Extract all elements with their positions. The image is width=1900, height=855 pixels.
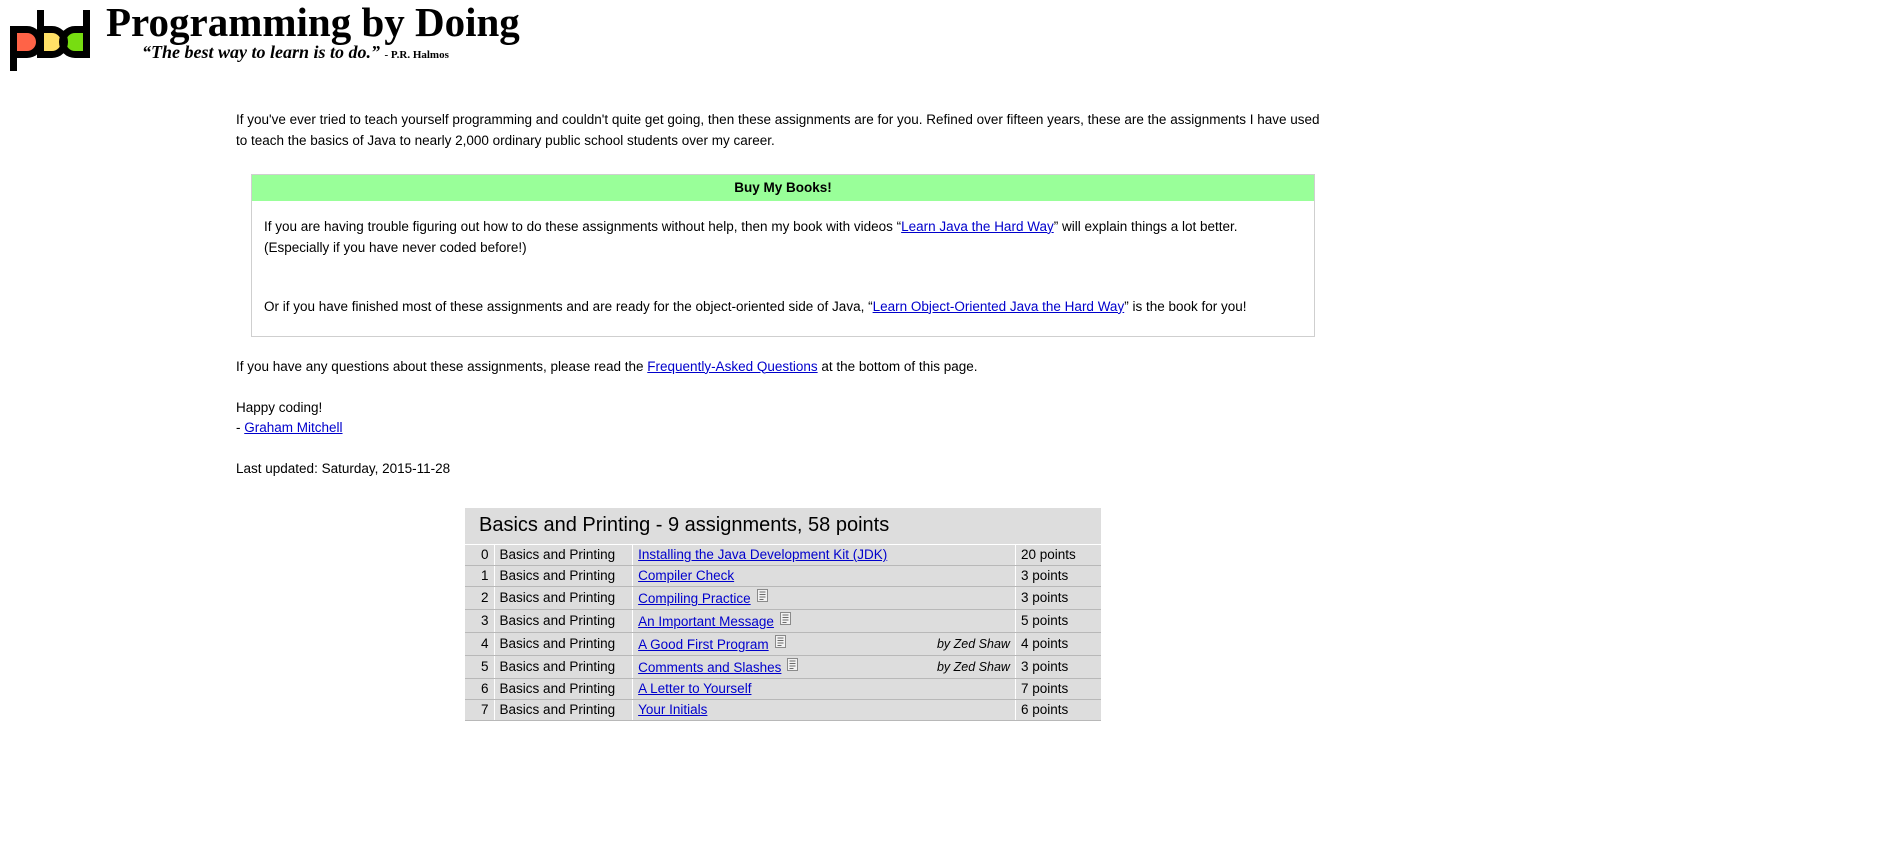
assignment-author	[932, 679, 1015, 700]
site-tagline: “The best way to learn is to do.” - P.R.…	[106, 43, 520, 61]
learn-oo-java-the-hard-way-link[interactable]: Learn Object-Oriented Java the Hard Way	[873, 299, 1125, 314]
assignment-name-cell: Comments and Slashes	[633, 656, 932, 679]
assignment-points: 7 points	[1015, 679, 1101, 700]
site-title: Programming by Doing	[106, 2, 520, 43]
assignment-number: 5	[465, 656, 494, 679]
assignment-author: by Zed Shaw	[932, 633, 1015, 656]
assignment-number: 0	[465, 545, 494, 566]
assignment-name-cell: A Good First Program	[633, 633, 932, 656]
assignment-points: 20 points	[1015, 545, 1101, 566]
frequently-asked-questions-link[interactable]: Frequently-Asked Questions	[647, 359, 817, 374]
assignment-name-cell: Compiler Check	[633, 566, 932, 587]
assignment-number: 2	[465, 587, 494, 610]
learn-java-the-hard-way-link[interactable]: Learn Java the Hard Way	[901, 219, 1054, 234]
assignment-number: 6	[465, 679, 494, 700]
author-dash: -	[236, 420, 244, 435]
signature-block: Happy coding! - Graham Mitchell	[236, 398, 1329, 440]
books-paragraph-2: Or if you have finished most of these as…	[264, 297, 1302, 318]
assignment-unit: Basics and Printing	[494, 610, 633, 633]
tagline-quote: “The best way to learn is to do.”	[142, 42, 380, 62]
assignment-author	[932, 587, 1015, 610]
table-row: 0Basics and Printing Installing the Java …	[465, 545, 1101, 566]
buy-my-books-box: Buy My Books! If you are having trouble …	[251, 174, 1315, 337]
table-row: 2Basics and Printing Compiling Practice 3 …	[465, 587, 1101, 610]
assignment-number: 7	[465, 700, 494, 721]
table-row: 5Basics and Printing Comments and Slashes…	[465, 656, 1101, 679]
page-header: Programming by Doing “The best way to le…	[0, 0, 1900, 80]
assignment-points: 5 points	[1015, 610, 1101, 633]
assignment-link[interactable]: Compiling Practice	[638, 591, 751, 606]
assignment-link[interactable]: An Important Message	[638, 614, 774, 629]
happy-coding-text: Happy coding!	[236, 398, 1329, 419]
assignment-link[interactable]: Compiler Check	[638, 568, 734, 583]
document-icon[interactable]	[757, 589, 768, 602]
assignment-name-cell: Your Initials	[633, 700, 932, 721]
assignment-unit: Basics and Printing	[494, 587, 633, 610]
assignment-points: 3 points	[1015, 656, 1101, 679]
assignment-points: 6 points	[1015, 700, 1101, 721]
table-row: 4Basics and Printing A Good First Program…	[465, 633, 1101, 656]
table-row: 3Basics and Printing An Important Message…	[465, 610, 1101, 633]
intro-paragraph: If you've ever tried to teach yourself p…	[236, 110, 1329, 152]
graham-mitchell-link[interactable]: Graham Mitchell	[244, 420, 342, 435]
document-icon[interactable]	[780, 612, 791, 625]
assignment-unit: Basics and Printing	[494, 700, 633, 721]
assignment-link[interactable]: Installing the Java Development Kit (JDK…	[638, 547, 887, 562]
assignment-link[interactable]: A Good First Program	[638, 637, 769, 652]
faq-paragraph: If you have any questions about these as…	[236, 357, 1329, 378]
assignment-author	[932, 566, 1015, 587]
assignment-name-cell: A Letter to Yourself	[633, 679, 932, 700]
books-p2-post: ” is the book for you!	[1124, 299, 1246, 314]
books-p2-pre: Or if you have finished most of these as…	[264, 299, 873, 314]
assignment-author	[932, 700, 1015, 721]
assignments-group-heading: Basics and Printing - 9 assignments, 58 …	[465, 508, 1101, 544]
assignment-link[interactable]: Your Initials	[638, 702, 707, 717]
table-row: 6Basics and Printing A Letter to Yourself…	[465, 679, 1101, 700]
assignment-number: 3	[465, 610, 494, 633]
assignment-points: 4 points	[1015, 633, 1101, 656]
main-content: If you've ever tried to teach yourself p…	[236, 110, 1329, 480]
buy-my-books-header: Buy My Books!	[251, 174, 1315, 201]
assignment-unit: Basics and Printing	[494, 656, 633, 679]
faq-post-text: at the bottom of this page.	[818, 359, 978, 374]
assignment-unit: Basics and Printing	[494, 679, 633, 700]
pbd-logo	[4, 4, 96, 74]
assignment-author	[932, 545, 1015, 566]
table-row: 7Basics and Printing Your Initials 6 point…	[465, 700, 1101, 721]
assignment-author	[932, 610, 1015, 633]
author-line: - Graham Mitchell	[236, 418, 1329, 439]
assignment-name-cell: Compiling Practice	[633, 587, 932, 610]
assignments-table: 0Basics and PrintingInstalling the Java …	[465, 544, 1101, 721]
assignment-link[interactable]: Comments and Slashes	[638, 660, 781, 675]
assignment-link[interactable]: A Letter to Yourself	[638, 681, 751, 696]
assignments-table-wrap: Basics and Printing - 9 assignments, 58 …	[465, 508, 1101, 721]
last-updated-text: Last updated: Saturday, 2015-11-28	[236, 459, 1329, 480]
table-row: 1Basics and Printing Compiler Check 3 poin…	[465, 566, 1101, 587]
title-block: Programming by Doing “The best way to le…	[106, 2, 520, 61]
tagline-attribution: - P.R. Halmos	[385, 49, 449, 61]
assignment-name-cell: An Important Message	[633, 610, 932, 633]
faq-pre-text: If you have any questions about these as…	[236, 359, 647, 374]
buy-my-books-body: If you are having trouble figuring out h…	[252, 201, 1314, 336]
books-p1-pre: If you are having trouble figuring out h…	[264, 219, 901, 234]
assignment-number: 4	[465, 633, 494, 656]
document-icon[interactable]	[775, 635, 786, 648]
assignment-number: 1	[465, 566, 494, 587]
assignment-unit: Basics and Printing	[494, 545, 633, 566]
books-paragraph-1: If you are having trouble figuring out h…	[264, 217, 1302, 259]
assignment-unit: Basics and Printing	[494, 633, 633, 656]
assignment-points: 3 points	[1015, 566, 1101, 587]
assignment-author: by Zed Shaw	[932, 656, 1015, 679]
assignment-name-cell: Installing the Java Development Kit (JDK…	[633, 545, 932, 566]
document-icon[interactable]	[787, 658, 798, 671]
assignment-unit: Basics and Printing	[494, 566, 633, 587]
assignment-points: 3 points	[1015, 587, 1101, 610]
